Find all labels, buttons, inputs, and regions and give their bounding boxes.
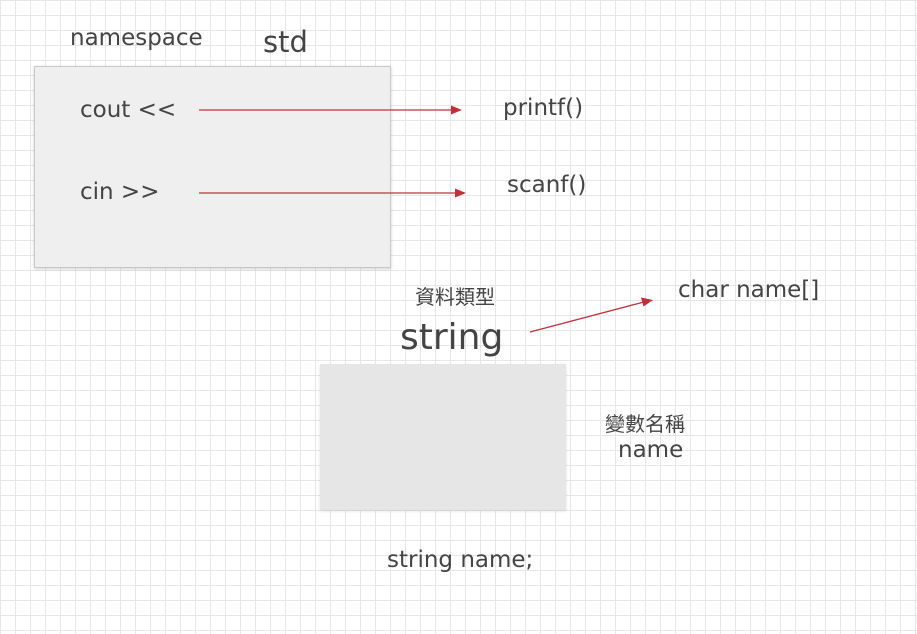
string-to-char-arrow: [529, 301, 645, 333]
cin-to-scanf-arrowhead: [455, 188, 466, 198]
string-to-char-arrowhead: [641, 297, 653, 307]
cout-to-printf-arrowhead: [451, 105, 462, 115]
arrows-layer: [199, 105, 653, 333]
